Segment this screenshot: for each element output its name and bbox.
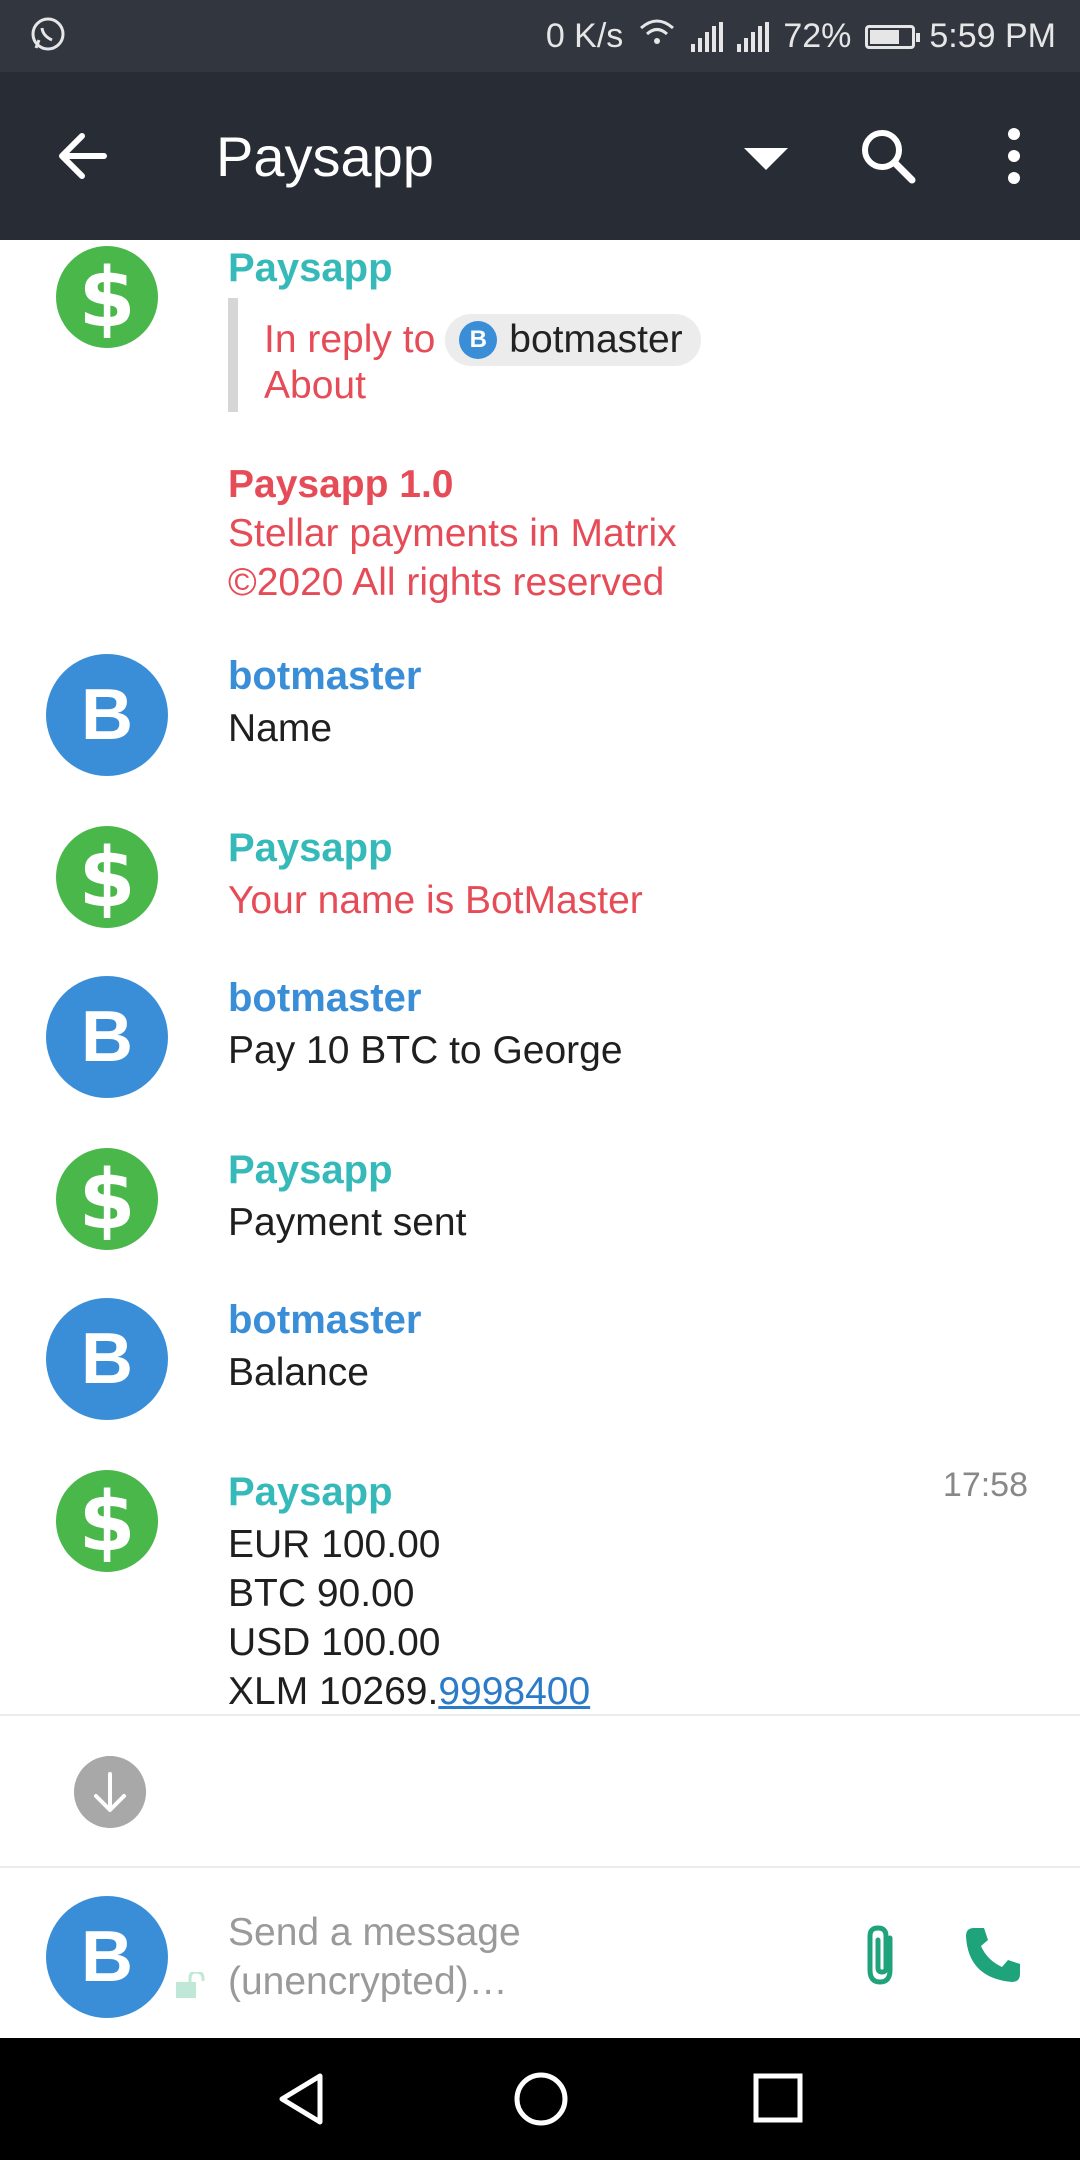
message-timeline[interactable]: $ Paysapp In reply to B botmaster About … — [0, 240, 1080, 1714]
sender-name[interactable]: Paysapp — [228, 246, 393, 291]
message-line: BTC 90.00 — [228, 1572, 415, 1615]
message-line: XLM 10269.9998400 — [228, 1667, 590, 1714]
svg-text:$: $ — [78, 1153, 135, 1248]
paysapp-avatar-icon[interactable]: $ — [56, 826, 158, 928]
svg-text:$: $ — [78, 831, 135, 926]
number-link[interactable]: 9998400 — [438, 1670, 590, 1713]
network-speed: 0 K/s — [545, 17, 624, 55]
sender-name[interactable]: botmaster — [228, 654, 421, 699]
message-body: EUR 100.00 BTC 90.00 USD 100.00 XLM 1026… — [228, 1520, 590, 1714]
room-title[interactable]: Paysapp — [216, 124, 434, 189]
dropdown-icon[interactable] — [744, 148, 788, 170]
botmaster-avatar[interactable]: B — [46, 654, 168, 776]
xlm-prefix: XLM 10269. — [228, 1670, 439, 1713]
placeholder-line: Send a message — [228, 1911, 521, 1954]
placeholder-line: (unencrypted)… — [228, 1960, 508, 2003]
message-input[interactable]: Send a message (unencrypted)… — [228, 1908, 521, 2006]
clock: 5:59 PM — [929, 17, 1056, 55]
divider — [0, 1714, 1080, 1716]
message-body: Paysapp 1.0 Stellar payments in Matrix ©… — [228, 460, 677, 607]
svg-text:$: $ — [78, 251, 135, 346]
message-body: Balance — [228, 1351, 369, 1394]
message-composer: B Send a message (unencrypted)… — [0, 1868, 1080, 2038]
sender-name[interactable]: Paysapp — [228, 1470, 393, 1515]
attachment-icon[interactable] — [856, 1922, 908, 1988]
svg-text:$: $ — [78, 1475, 135, 1570]
status-bar: 0 K/s 72% 5:59 PM — [0, 0, 1080, 72]
system-nav-bar — [0, 2038, 1080, 2160]
message-body: Pay 10 BTC to George — [228, 1029, 623, 1072]
reply-quote[interactable]: In reply to B botmaster About — [228, 298, 858, 412]
message-body: Your name is BotMaster — [228, 879, 643, 922]
paysapp-avatar-icon[interactable]: $ — [56, 246, 158, 348]
signal-icon — [691, 21, 724, 52]
message-body: Name — [228, 707, 333, 750]
wifi-icon — [637, 16, 677, 57]
message-line: Stellar payments in Matrix — [228, 512, 677, 555]
sender-name[interactable]: Paysapp — [228, 1148, 393, 1193]
paysapp-avatar-icon[interactable]: $ — [56, 1148, 158, 1250]
sender-name[interactable]: botmaster — [228, 976, 421, 1021]
recents-square-icon[interactable] — [752, 2070, 804, 2128]
message-timestamp: 17:58 — [942, 1466, 1028, 1504]
user-pill[interactable]: B botmaster — [445, 314, 701, 366]
search-icon[interactable] — [856, 124, 920, 188]
jump-to-bottom-icon[interactable] — [74, 1756, 146, 1828]
sender-name[interactable]: botmaster — [228, 1298, 421, 1343]
message-line: USD 100.00 — [228, 1621, 441, 1664]
unlock-icon — [176, 1972, 205, 1998]
battery-icon — [865, 24, 921, 49]
sender-name[interactable]: Paysapp — [228, 826, 393, 871]
own-avatar[interactable]: B — [46, 1896, 168, 2018]
paysapp-avatar-icon[interactable]: $ — [56, 1470, 158, 1572]
botmaster-avatar[interactable]: B — [46, 976, 168, 1098]
whatsapp-icon — [28, 14, 68, 63]
message-body: Payment sent — [228, 1201, 467, 1244]
back-arrow-icon[interactable] — [52, 124, 122, 188]
user-pill-name: botmaster — [509, 318, 683, 361]
home-circle-icon[interactable] — [512, 2070, 570, 2128]
battery-percent: 72% — [783, 17, 852, 55]
more-vert-icon[interactable] — [996, 124, 1032, 188]
back-triangle-icon[interactable] — [274, 2070, 330, 2128]
reply-prefix: In reply to — [264, 318, 436, 361]
phone-icon[interactable] — [960, 1922, 1026, 1988]
signal-icon-2 — [737, 21, 770, 52]
message-line: Paysapp 1.0 — [228, 463, 454, 506]
botmaster-avatar[interactable]: B — [46, 1298, 168, 1420]
message-line: ©2020 All rights reserved — [228, 561, 665, 604]
user-pill-avatar: B — [459, 321, 498, 359]
quoted-text: About — [264, 364, 366, 407]
app-bar: Paysapp — [0, 72, 1080, 240]
message-line: EUR 100.00 — [228, 1523, 441, 1566]
